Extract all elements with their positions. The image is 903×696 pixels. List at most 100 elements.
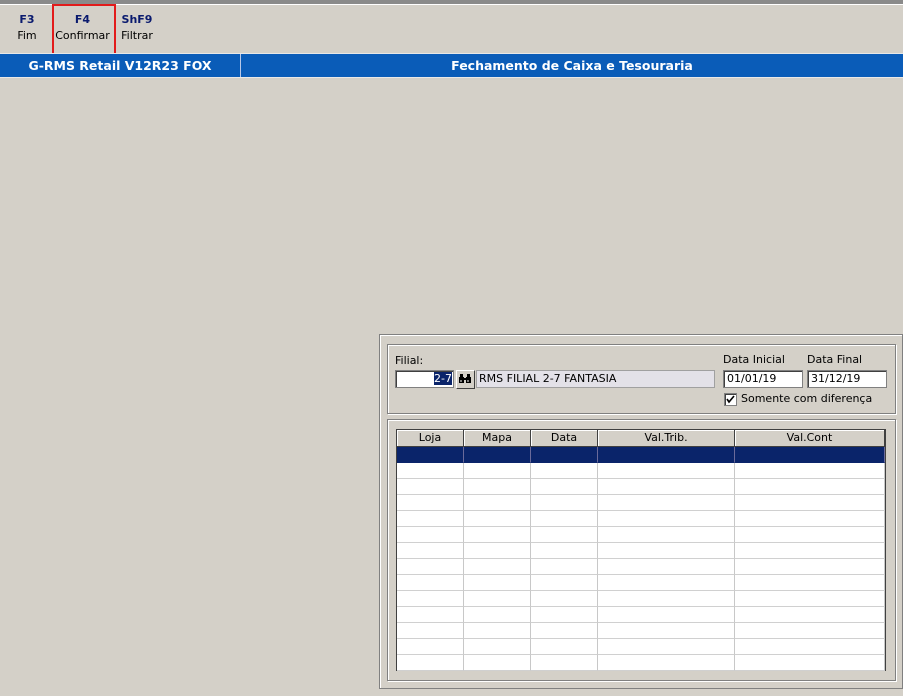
table-cell[interactable] <box>598 559 735 575</box>
table-cell[interactable] <box>735 639 885 655</box>
table-cell[interactable] <box>735 559 885 575</box>
table-cell[interactable] <box>531 543 598 559</box>
table-cell[interactable] <box>735 527 885 543</box>
table-cell[interactable] <box>397 639 464 655</box>
table-cell[interactable] <box>397 607 464 623</box>
table-cell[interactable] <box>397 447 464 463</box>
table-cell[interactable] <box>464 639 531 655</box>
table-cell[interactable] <box>531 447 598 463</box>
table-cell[interactable] <box>598 543 735 559</box>
table-cell[interactable] <box>531 559 598 575</box>
table-row[interactable] <box>397 623 885 639</box>
shf9-key: ShF9 <box>121 13 153 26</box>
table-cell[interactable] <box>531 655 598 671</box>
shf9-filtrar-button[interactable]: ShF9 Filtrar <box>118 12 156 44</box>
table-row[interactable] <box>397 495 885 511</box>
table-cell[interactable] <box>531 591 598 607</box>
col-header-data[interactable]: Data <box>531 430 598 447</box>
table-row[interactable] <box>397 655 885 671</box>
table-cell[interactable] <box>598 591 735 607</box>
somente-diferenca-checkbox[interactable] <box>724 393 737 406</box>
table-row[interactable] <box>397 527 885 543</box>
shf9-label: Filtrar <box>121 29 153 42</box>
table-cell[interactable] <box>464 511 531 527</box>
table-cell[interactable] <box>598 479 735 495</box>
table-cell[interactable] <box>531 607 598 623</box>
table-cell[interactable] <box>464 463 531 479</box>
table-cell[interactable] <box>531 495 598 511</box>
table-cell[interactable] <box>464 479 531 495</box>
table-cell[interactable] <box>397 543 464 559</box>
table-cell[interactable] <box>735 655 885 671</box>
table-cell[interactable] <box>464 655 531 671</box>
table-cell[interactable] <box>464 447 531 463</box>
table-cell[interactable] <box>531 479 598 495</box>
data-inicial-input[interactable]: 01/01/19 <box>723 370 803 388</box>
table-cell[interactable] <box>397 495 464 511</box>
table-cell[interactable] <box>598 623 735 639</box>
table-cell[interactable] <box>397 623 464 639</box>
table-row[interactable] <box>397 447 885 463</box>
table-cell[interactable] <box>464 607 531 623</box>
table-cell[interactable] <box>464 495 531 511</box>
table-cell[interactable] <box>397 591 464 607</box>
somente-diferenca-label: Somente com diferença <box>741 392 873 405</box>
table-cell[interactable] <box>531 463 598 479</box>
table-cell[interactable] <box>735 463 885 479</box>
table-cell[interactable] <box>735 543 885 559</box>
table-cell[interactable] <box>598 527 735 543</box>
table-cell[interactable] <box>735 447 885 463</box>
table-cell[interactable] <box>598 463 735 479</box>
col-header-mapa[interactable]: Mapa <box>464 430 531 447</box>
table-cell[interactable] <box>735 591 885 607</box>
table-cell[interactable] <box>598 575 735 591</box>
table-cell[interactable] <box>598 655 735 671</box>
table-row[interactable] <box>397 639 885 655</box>
table-row[interactable] <box>397 463 885 479</box>
table-row[interactable] <box>397 511 885 527</box>
table-cell[interactable] <box>464 527 531 543</box>
table-cell[interactable] <box>397 479 464 495</box>
filial-lookup-button[interactable] <box>456 370 475 389</box>
data-final-input[interactable]: 31/12/19 <box>807 370 887 388</box>
table-cell[interactable] <box>735 495 885 511</box>
table-cell[interactable] <box>598 511 735 527</box>
table-cell[interactable] <box>735 479 885 495</box>
table-cell[interactable] <box>397 655 464 671</box>
table-cell[interactable] <box>531 623 598 639</box>
table-cell[interactable] <box>531 511 598 527</box>
table-cell[interactable] <box>397 559 464 575</box>
results-grid[interactable]: Loja Mapa Data Val.Trib. Val.Cont <box>396 429 886 671</box>
table-row[interactable] <box>397 575 885 591</box>
table-cell[interactable] <box>598 607 735 623</box>
table-cell[interactable] <box>464 575 531 591</box>
table-cell[interactable] <box>735 607 885 623</box>
table-row[interactable] <box>397 543 885 559</box>
table-cell[interactable] <box>735 511 885 527</box>
table-cell[interactable] <box>397 575 464 591</box>
table-cell[interactable] <box>531 575 598 591</box>
filial-input[interactable]: 2-7 <box>395 370 454 388</box>
f3-fim-button[interactable]: F3 Fim <box>12 12 42 44</box>
table-cell[interactable] <box>735 623 885 639</box>
table-cell[interactable] <box>397 527 464 543</box>
table-cell[interactable] <box>531 639 598 655</box>
table-cell[interactable] <box>397 463 464 479</box>
table-cell[interactable] <box>598 447 735 463</box>
table-cell[interactable] <box>464 623 531 639</box>
table-cell[interactable] <box>531 527 598 543</box>
col-header-val-trib[interactable]: Val.Trib. <box>598 430 735 447</box>
table-cell[interactable] <box>464 543 531 559</box>
table-cell[interactable] <box>598 639 735 655</box>
col-header-loja[interactable]: Loja <box>397 430 464 447</box>
table-cell[interactable] <box>464 591 531 607</box>
table-row[interactable] <box>397 559 885 575</box>
table-cell[interactable] <box>397 511 464 527</box>
table-row[interactable] <box>397 607 885 623</box>
table-row[interactable] <box>397 591 885 607</box>
table-cell[interactable] <box>598 495 735 511</box>
col-header-val-cont[interactable]: Val.Cont <box>735 430 885 447</box>
table-cell[interactable] <box>735 575 885 591</box>
table-cell[interactable] <box>464 559 531 575</box>
table-row[interactable] <box>397 479 885 495</box>
